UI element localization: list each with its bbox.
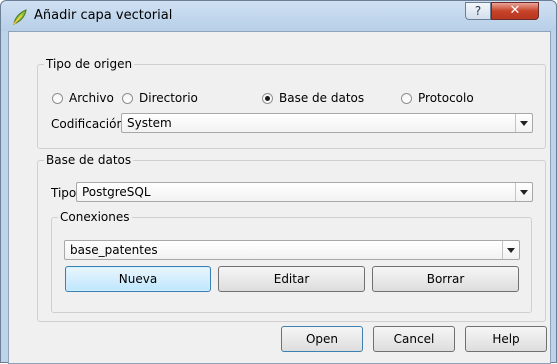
close-button[interactable]: ✕ xyxy=(491,2,539,20)
radio-directorio-label: Directorio xyxy=(139,91,198,105)
radio-base-de-datos[interactable]: Base de datos xyxy=(262,90,364,106)
connections-title: Conexiones xyxy=(58,210,132,224)
chevron-down-icon[interactable] xyxy=(515,114,532,132)
help-title-button[interactable]: ? xyxy=(465,2,491,20)
dialog-window: Añadir capa vectorial ? ✕ Tipo de origen… xyxy=(0,0,557,364)
radio-directorio-circle[interactable] xyxy=(122,92,133,104)
connection-value: base_patentes xyxy=(70,243,158,257)
db-type-label: Tipo xyxy=(51,186,77,200)
db-type-select[interactable]: PostgreSQL xyxy=(76,182,533,202)
cancel-button[interactable]: Cancel xyxy=(373,326,455,352)
source-type-title: Tipo de origen xyxy=(44,57,135,71)
chevron-down-icon[interactable] xyxy=(502,241,519,259)
encoding-select[interactable]: System xyxy=(121,113,533,133)
encoding-label: Codificación xyxy=(51,117,125,131)
radio-archivo[interactable]: Archivo xyxy=(52,90,114,106)
database-title: Base de datos xyxy=(44,153,134,167)
radio-archivo-circle[interactable] xyxy=(52,92,63,104)
chevron-down-icon[interactable] xyxy=(515,183,532,201)
connection-select[interactable]: base_patentes xyxy=(64,240,520,260)
open-button[interactable]: Open xyxy=(281,326,363,352)
radio-protocolo-label: Protocolo xyxy=(418,91,474,105)
connections-group: Conexiones xyxy=(51,210,532,313)
source-type-group: Tipo de origen xyxy=(37,57,546,149)
radio-archivo-label: Archivo xyxy=(69,91,114,105)
radio-base-de-datos-label: Base de datos xyxy=(279,91,365,105)
help-button[interactable]: Help xyxy=(465,326,547,352)
db-type-value: PostgreSQL xyxy=(82,185,151,199)
window-title: Añadir capa vectorial xyxy=(34,8,173,23)
radio-directorio[interactable]: Directorio xyxy=(122,90,198,106)
radio-protocolo-circle[interactable] xyxy=(401,92,412,104)
radio-base-de-datos-circle[interactable] xyxy=(262,92,273,104)
qgis-leaf-icon xyxy=(13,9,27,25)
title-bar[interactable]: Añadir capa vectorial ? ✕ xyxy=(1,1,556,31)
radio-protocolo[interactable]: Protocolo xyxy=(401,90,474,106)
dialog-content: Tipo de origen Archivo Directorio Base d… xyxy=(8,31,551,364)
edit-connection-button[interactable]: Editar xyxy=(218,266,365,292)
new-connection-button[interactable]: Nueva xyxy=(65,266,211,292)
encoding-value: System xyxy=(127,116,172,130)
delete-connection-button[interactable]: Borrar xyxy=(372,266,519,292)
